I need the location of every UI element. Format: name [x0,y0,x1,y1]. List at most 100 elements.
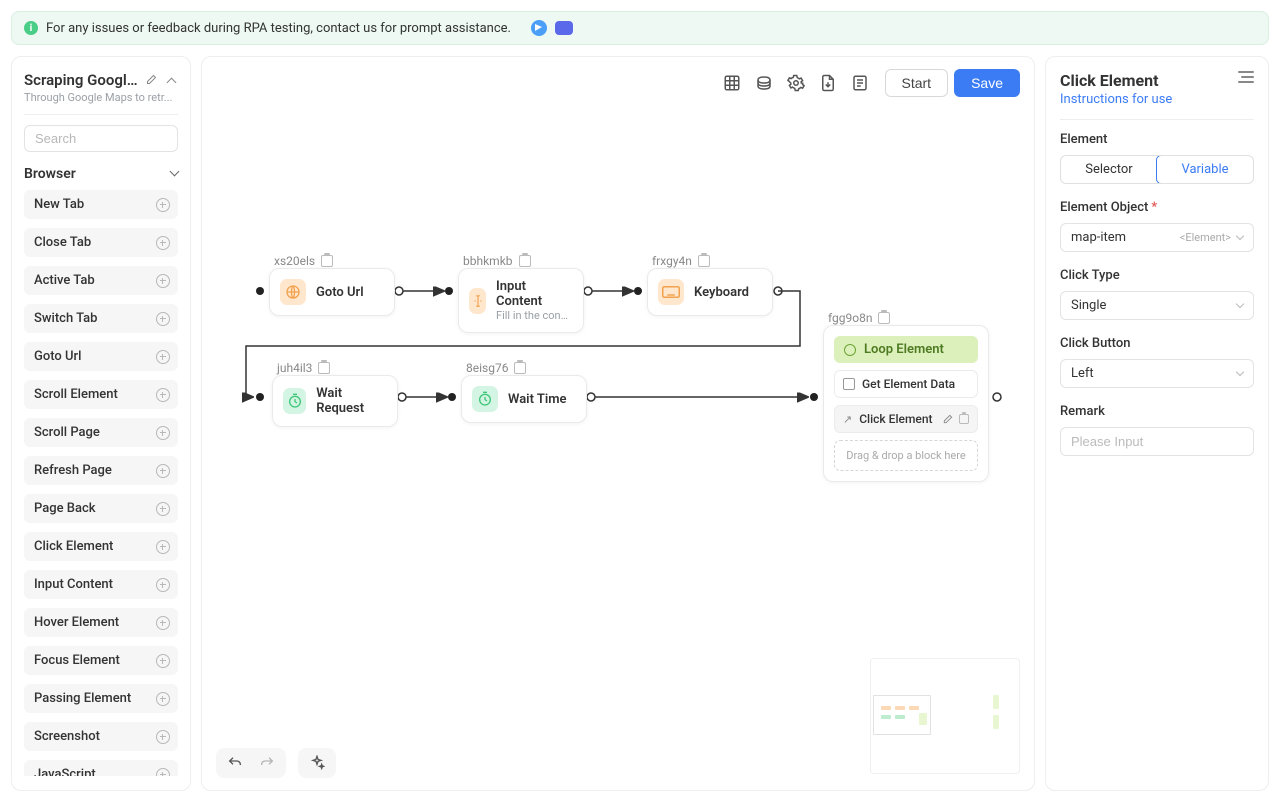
node-goto-url[interactable]: Goto Url [269,268,395,316]
trash-icon[interactable] [318,362,330,374]
sidebar-item-label: Scroll Element [34,387,118,402]
node-keyboard[interactable]: Keyboard [647,268,773,316]
canvas-toolbar: Start Save [723,69,1021,97]
trash-icon[interactable] [519,255,531,267]
element-label: Element [1060,132,1254,147]
sidebar-item-label: Click Element [34,539,113,554]
sidebar-list: New Tab Close Tab Active Tab Switch Tab Goto… [24,190,178,776]
trash-icon[interactable] [878,312,890,324]
node-wait-request[interactable]: Wait Request [272,375,398,427]
sidebar-item[interactable]: Active Tab [24,266,178,295]
sidebar-item[interactable]: Scroll Element [24,380,178,409]
trash-icon[interactable] [698,255,710,267]
plus-icon[interactable] [156,426,170,440]
save-button[interactable]: Save [954,69,1020,97]
plus-icon[interactable] [156,768,170,777]
sidebar-item-label: Switch Tab [34,311,98,326]
sidebar-item[interactable]: Passing Element [24,684,178,713]
chevron-down-icon [1237,366,1243,381]
layers-icon[interactable] [755,74,773,92]
element-object-select[interactable]: map-item <Element> [1060,223,1254,252]
plus-icon[interactable] [156,692,170,706]
trash-icon[interactable] [959,414,969,424]
instructions-link[interactable]: Instructions for use [1060,92,1172,107]
loop-drop-zone[interactable]: Drag & drop a block here [834,440,978,471]
node-wait-time[interactable]: Wait Time [461,375,587,423]
notice-text: For any issues or feedback during RPA te… [46,21,511,36]
sidebar-item[interactable]: Focus Element [24,646,178,675]
sidebar-item-label: Page Back [34,501,96,516]
right-panel: Click Element Instructions for use Eleme… [1045,56,1269,791]
trash-icon[interactable] [514,362,526,374]
export-icon[interactable] [819,74,837,92]
loop-icon [844,344,856,356]
plus-icon[interactable] [156,654,170,668]
grid-icon[interactable] [723,74,741,92]
sidebar-item-label: Screenshot [34,729,100,744]
seg-variable[interactable]: Variable [1156,155,1254,184]
sidebar-item[interactable]: Scroll Page [24,418,178,447]
plus-icon[interactable] [156,274,170,288]
sidebar-item[interactable]: Switch Tab [24,304,178,333]
sidebar-item[interactable]: Goto Url [24,342,178,371]
click-button-select[interactable]: Left [1060,359,1254,388]
start-button[interactable]: Start [885,69,949,97]
minimap[interactable] [870,658,1020,774]
chevron-down-icon [171,166,178,182]
plus-icon[interactable] [156,502,170,516]
element-mode-segment: Selector Variable [1060,155,1254,184]
loop-item-click-element[interactable]: Click Element [834,405,978,433]
menu-icon[interactable] [1238,71,1254,83]
left-panel: Scraping Google... Through Google Maps t… [11,56,191,791]
redo-button[interactable] [258,754,276,772]
gear-icon[interactable] [787,74,805,92]
sidebar-item[interactable]: New Tab [24,190,178,219]
sidebar-item-label: Active Tab [34,273,95,288]
sidebar-item-label: JavaScript [34,767,96,776]
data-icon [843,378,855,390]
sidebar-item[interactable]: Click Element [24,532,178,561]
loop-item-get-element-data[interactable]: Get Element Data [834,370,978,398]
plus-icon[interactable] [156,730,170,744]
plus-icon[interactable] [156,388,170,402]
sidebar-item-label: New Tab [34,197,84,212]
node-id-label: juh4il3 [277,361,330,375]
click-type-select[interactable]: Single [1060,291,1254,320]
edit-icon[interactable] [942,414,953,425]
edit-title-icon[interactable] [144,73,158,87]
node-loop-element[interactable]: Loop Element Get Element Data Click Elem… [823,325,989,482]
node-id-label: xs20els [274,254,333,268]
remark-input[interactable] [1071,434,1243,449]
undo-button[interactable] [226,754,244,772]
sidebar-item[interactable]: Refresh Page [24,456,178,485]
node-input-content[interactable]: Input Content Fill in the cont... [458,268,584,333]
sidebar-item[interactable]: Page Back [24,494,178,523]
category-browser[interactable]: Browser [24,166,178,182]
keyboard-icon [658,279,684,305]
timer-icon [472,386,498,412]
node-id-label: fgg9o8n [828,311,890,325]
plus-icon[interactable] [156,464,170,478]
search-input[interactable] [24,125,178,152]
sidebar-item[interactable]: Input Content [24,570,178,599]
sidebar-item[interactable]: JavaScript [24,760,178,776]
sidebar-item[interactable]: Hover Element [24,608,178,637]
sidebar-item[interactable]: Screenshot [24,722,178,751]
sidebar-item[interactable]: Close Tab [24,228,178,257]
plus-icon[interactable] [156,616,170,630]
magic-button[interactable] [308,754,326,772]
seg-selector[interactable]: Selector [1061,156,1157,183]
plus-icon[interactable] [156,236,170,250]
plus-icon[interactable] [156,312,170,326]
plus-icon[interactable] [156,198,170,212]
canvas[interactable]: Start Save [201,56,1035,791]
remark-label: Remark [1060,404,1254,419]
discord-icon[interactable] [555,21,573,35]
plus-icon[interactable] [156,350,170,364]
collapse-icon[interactable] [164,73,178,87]
plus-icon[interactable] [156,578,170,592]
trash-icon[interactable] [321,255,333,267]
notes-icon[interactable] [851,74,869,92]
telegram-icon[interactable] [531,20,547,36]
plus-icon[interactable] [156,540,170,554]
